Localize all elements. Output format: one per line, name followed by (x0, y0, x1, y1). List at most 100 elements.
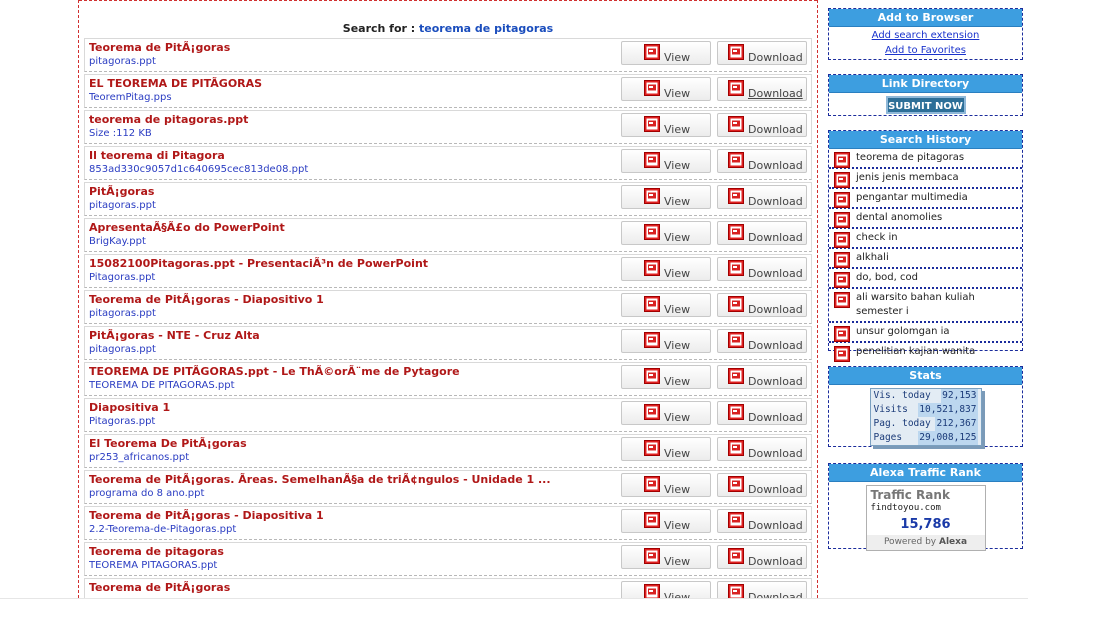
result-title-link[interactable]: 15082100Pitagoras.ppt - PresentaciÃ³n de… (89, 257, 609, 270)
search-history-header: Search History (829, 131, 1022, 149)
download-button[interactable]: Download (717, 437, 807, 461)
download-button[interactable]: Download (717, 545, 807, 569)
ppt-file-icon (728, 368, 744, 384)
history-item[interactable]: pengantar multimedia (829, 189, 1022, 209)
result-title-link[interactable]: TEOREMA DE PITÃGORAS.ppt - Le ThÃ©orÃ¨me… (89, 365, 609, 378)
download-button[interactable]: Download (717, 257, 807, 281)
result-filename[interactable]: pr253_africanos.ppt (89, 452, 609, 463)
result-filename[interactable]: TEOREMA DE PITÃGORAS.ppt (89, 380, 609, 391)
view-label: View (664, 123, 691, 136)
view-button[interactable]: View (621, 437, 711, 461)
download-button[interactable]: Download (717, 41, 807, 65)
ppt-file-icon (728, 584, 744, 598)
result-title-link[interactable]: Teorema de pitagoras (89, 545, 609, 558)
view-button[interactable]: View (621, 41, 711, 65)
view-button[interactable]: View (621, 293, 711, 317)
result-filename[interactable]: 853ad330c9057d1c640695cec813de08.ppt (89, 164, 609, 175)
view-button[interactable]: View (621, 329, 711, 353)
result-title-link[interactable]: ApresentaÃ§Ã£o do PowerPoint (89, 221, 609, 234)
download-button[interactable]: Download (717, 329, 807, 353)
result-title-link[interactable]: teorema de pitagoras.ppt (89, 113, 609, 126)
history-item-label: penelitian kajian wanita (856, 346, 976, 357)
view-button[interactable]: View (621, 581, 711, 598)
stats-value: 212,367 (935, 417, 978, 431)
results-panel: Search for : teorema de pitagoras Teorem… (78, 0, 818, 598)
history-item[interactable]: unsur golomgan ia (829, 323, 1022, 343)
result-row: TEOREMA DE PITÃGORAS.ppt - Le ThÃ©orÃ¨me… (84, 362, 812, 396)
ppt-file-icon (644, 584, 660, 598)
result-filename[interactable]: pitagoras.ppt (89, 56, 609, 67)
download-button[interactable]: Download (717, 185, 807, 209)
view-button[interactable]: View (621, 77, 711, 101)
history-item[interactable]: check in (829, 229, 1022, 249)
view-button[interactable]: View (621, 221, 711, 245)
result-title-link[interactable]: El Teorema De PitÃ¡goras (89, 437, 609, 450)
view-button[interactable]: View (621, 473, 711, 497)
result-row: El Teorema De PitÃ¡goras pr253_africanos.… (84, 434, 812, 468)
result-filename[interactable]: BrigKay.ppt (89, 236, 609, 247)
add-search-extension-link[interactable]: Add search extension (829, 28, 1022, 43)
submit-now-button[interactable]: SUBMIT NOW (885, 96, 966, 114)
view-button[interactable]: View (621, 545, 711, 569)
result-filename[interactable]: pitagoras.ppt (89, 344, 609, 355)
ppt-file-icon (728, 224, 744, 240)
download-button[interactable]: Download (717, 77, 807, 101)
download-label: Download (748, 231, 803, 244)
download-button[interactable]: Download (717, 113, 807, 137)
view-label: View (664, 231, 691, 244)
result-title-link[interactable]: Teorema de PitÃ¡goras. Ãreas. SemelhanÃ§… (89, 473, 609, 486)
result-title-link[interactable]: PitÃ¡goras - NTE - Cruz Alta (89, 329, 609, 342)
download-button[interactable]: Download (717, 473, 807, 497)
result-title-link[interactable]: PitÃ¡goras (89, 185, 609, 198)
download-button[interactable]: Download (717, 581, 807, 598)
history-item[interactable]: penelitian kajian wanita (829, 343, 1022, 362)
view-button[interactable]: View (621, 401, 711, 425)
add-to-favorites-link[interactable]: Add to Favorites (829, 43, 1022, 58)
download-label: Download (748, 267, 803, 280)
view-button[interactable]: View (621, 185, 711, 209)
result-title-link[interactable]: Teorema de PitÃ¡goras (89, 581, 609, 594)
download-button[interactable]: Download (717, 401, 807, 425)
view-button[interactable]: View (621, 149, 711, 173)
result-row: Teorema de PitÃ¡goras - Diapositiva 1 2.2… (84, 506, 812, 540)
result-filename[interactable]: Pitagoras.ppt (89, 416, 609, 427)
result-title-link[interactable]: EL TEOREMA DE PITÃGORAS (89, 77, 609, 90)
result-title-link[interactable]: Teorema de PitÃ¡goras - Diapositivo 1 (89, 293, 609, 306)
result-title-link[interactable]: Diapositiva 1 (89, 401, 609, 414)
alexa-widget[interactable]: Traffic Rank findtoyou.com 15,786 Powere… (865, 485, 986, 551)
result-filename[interactable]: TEOREMA PITAGORAS.ppt (89, 560, 609, 571)
search-term[interactable]: teorema de pitagoras (419, 22, 553, 35)
download-button[interactable]: Download (717, 149, 807, 173)
search-history-box: Search History teorema de pitagoras jenis… (828, 130, 1023, 362)
history-item[interactable]: do, bod, cod (829, 269, 1022, 289)
download-button[interactable]: Download (717, 293, 807, 317)
history-item[interactable]: teorema de pitagoras (829, 149, 1022, 169)
result-filename[interactable]: pitagoras.ppt (89, 308, 609, 319)
result-title-link[interactable]: Il teorema di Pitagora (89, 149, 609, 162)
stats-line: Pages 29,008,125 (871, 431, 981, 445)
result-filename[interactable]: programa do 8 ano.ppt (89, 488, 609, 499)
history-item[interactable]: alkhali (829, 249, 1022, 269)
history-item[interactable]: dental anomolies (829, 209, 1022, 229)
download-button[interactable]: Download (717, 509, 807, 533)
result-filename[interactable]: TeoremPitag.pps (89, 92, 609, 103)
result-filename[interactable]: Pitagoras.ppt (89, 272, 609, 283)
history-item[interactable]: jenis jenis membaca (829, 169, 1022, 189)
result-row: Il teorema di Pitagora 853ad330c9057d1c64… (84, 146, 812, 180)
result-filename[interactable]: Size :112 KB (89, 128, 609, 139)
result-title-link[interactable]: Teorema de PitÃ¡goras - Diapositiva 1 (89, 509, 609, 522)
result-filename[interactable]: 2.2-Teorema-de-Pitagoras.ppt (89, 524, 609, 535)
view-button[interactable]: View (621, 365, 711, 389)
ppt-file-icon (644, 260, 660, 276)
download-label: Download (748, 591, 803, 598)
ppt-file-icon (644, 548, 660, 564)
view-button[interactable]: View (621, 113, 711, 137)
traffic-rank-label: Traffic Rank (870, 488, 950, 502)
result-filename[interactable]: pitagoras.ppt (89, 200, 609, 211)
result-title-link[interactable]: Teorema de PitÃ¡goras (89, 41, 609, 54)
history-item[interactable]: ali warsito bahan kuliah semester i (829, 289, 1022, 323)
view-button[interactable]: View (621, 257, 711, 281)
view-button[interactable]: View (621, 509, 711, 533)
download-button[interactable]: Download (717, 221, 807, 245)
download-button[interactable]: Download (717, 365, 807, 389)
